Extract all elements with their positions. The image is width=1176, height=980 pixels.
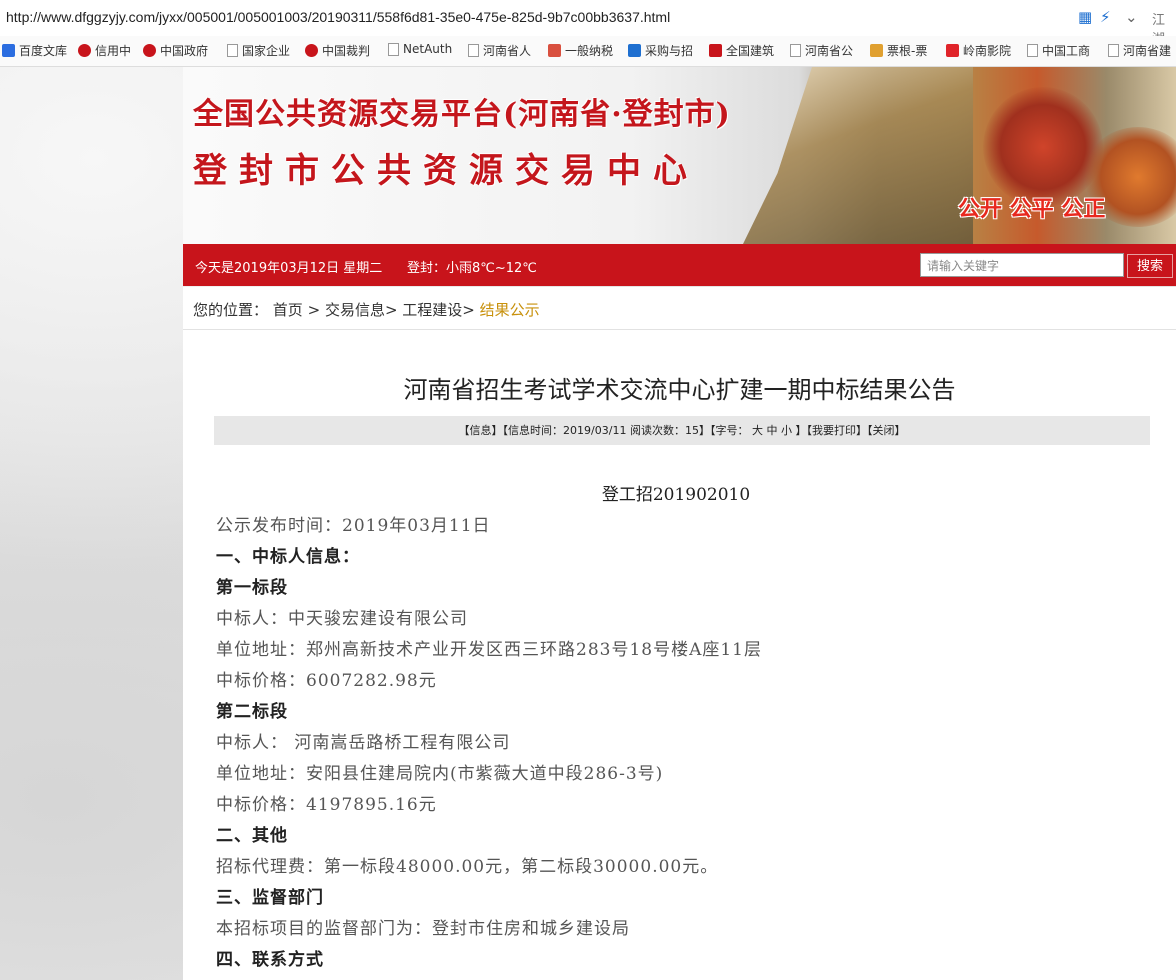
logo-icon [709, 44, 722, 57]
section-heading: 三、监督部门 [216, 888, 324, 908]
section-heading: 四、联系方式 [216, 950, 324, 970]
document-icon [1027, 44, 1038, 57]
bookmark-label: 全国建筑 [726, 44, 775, 58]
close-link[interactable]: 【关闭】 [867, 424, 906, 437]
breadcrumb-prefix: 您的位置： [193, 301, 269, 319]
emblem-icon [143, 44, 156, 57]
article-line: 招标代理费：第一标段48000.00元，第二标段30000.00元。 [216, 857, 719, 877]
bookmark-label: 中国裁判 [322, 44, 371, 58]
chevron-down-icon[interactable]: ⌄ [1125, 8, 1138, 26]
bookmark-item[interactable]: NetAuth [388, 42, 452, 56]
font-medium-link[interactable]: 中 [766, 424, 777, 437]
bookmarks-bar: 百度文库 信用中 中国政府 国家企业 中国裁判 NetAuth 河南省人 一般纳税 采购与招 全国… [0, 36, 1176, 67]
font-size-label: 【字号： [709, 424, 749, 437]
bookmark-label: 岭南影院 [963, 44, 1012, 58]
bookmark-item[interactable]: 岭南影院 [946, 42, 1011, 59]
section-heading: 一、中标人信息： [216, 547, 360, 567]
article-line: 本招标项目的监督部门为：登封市住房和城乡建设局 [216, 919, 630, 939]
bookmark-item[interactable]: 全国建筑 [709, 42, 774, 59]
info-label: 【信息】 [458, 424, 503, 437]
article-line: 中标价格：4197895.16元 [216, 795, 437, 815]
bookmark-label: 信用中 [95, 44, 132, 58]
bookmark-label: 河南省人 [483, 44, 532, 58]
paw-icon [2, 44, 15, 57]
bookmark-item[interactable]: 河南省人 [468, 42, 531, 59]
emblem-icon [78, 44, 91, 57]
project-code: 登工招201902010 [601, 485, 751, 505]
document-icon [388, 42, 399, 56]
article-panel: 河南省招生考试学术交流中心扩建一期中标结果公告 【信息】【信息时间：2019/0… [183, 330, 1176, 980]
bookmark-item[interactable]: 百度文库 [2, 42, 67, 59]
bookmark-label: 采购与招 [645, 44, 694, 58]
bookmark-item[interactable]: 河南省公 [790, 42, 853, 59]
document-icon [790, 44, 801, 57]
document-icon [1108, 44, 1119, 57]
bookmark-item[interactable]: 国家企业 [227, 42, 290, 59]
section-heading: 二、其他 [216, 826, 288, 846]
document-icon [227, 44, 238, 57]
bookmark-item[interactable]: 中国工商 [1027, 42, 1090, 59]
font-small-link[interactable]: 小 [781, 424, 792, 437]
bookmark-label: 河南省公 [805, 44, 854, 58]
article-body: 登工招201902010 公示发布时间：2019年03月11日 一、中标人信息： 第一… [216, 480, 1136, 976]
site-motto: 公开 公平 公正 [958, 197, 1106, 222]
breadcrumb: 您的位置： 首页 > 交易信息> 工程建设> 结果公示 [183, 287, 1176, 330]
play-icon [946, 44, 959, 57]
info-reads: 阅读次数：15】 [629, 424, 710, 437]
article-line: 公示发布时间：2019年03月11日 [216, 516, 491, 536]
ticket-icon [870, 44, 883, 57]
bookmark-label: 中国工商 [1042, 44, 1091, 58]
link-icon [628, 44, 641, 57]
print-link[interactable]: 【我要打印】 [806, 424, 867, 437]
bookmark-item[interactable]: 采购与招 [628, 42, 693, 59]
search-button[interactable]: 搜索 [1127, 254, 1173, 278]
bookmark-label: 河南省建 [1123, 44, 1172, 58]
breadcrumb-link-home[interactable]: 首页 [273, 301, 303, 319]
bookmark-label: NetAuth [403, 42, 453, 56]
bookmark-label: 一般纳税 [565, 44, 614, 58]
site-banner: 全国公共资源交易平台(河南省·登封市) 登封市公共资源交易中心 公开 公平 公正 [183, 67, 1176, 244]
article-line: 中标人：中天骏宏建设有限公司 [216, 609, 468, 629]
article-title: 河南省招生考试学术交流中心扩建一期中标结果公告 [403, 376, 956, 404]
article-line: 中标人： 河南嵩岳路桥工程有限公司 [216, 733, 511, 753]
bookmark-item[interactable]: 中国裁判 [305, 42, 370, 59]
bookmark-item[interactable]: 一般纳税 [548, 42, 613, 59]
bookmark-label: 中国政府 [160, 44, 209, 58]
search-input[interactable]: 请输入关键字 [920, 253, 1124, 277]
mountain-image [743, 67, 973, 244]
current-date: 今天是2019年03月12日 星期二 [195, 261, 383, 276]
bookmark-item[interactable]: 票根-票 [870, 42, 927, 59]
article-line: 中标价格：6007282.98元 [216, 671, 437, 691]
bookmark-label: 票根-票 [887, 44, 928, 58]
font-size-end: 】 [795, 424, 807, 437]
breadcrumb-link-trade[interactable]: 交易信息> [325, 301, 398, 319]
font-large-link[interactable]: 大 [752, 424, 763, 437]
info-time: 【信息时间：2019/03/11 [502, 424, 627, 437]
bookmark-item[interactable]: 河南省建 [1108, 42, 1171, 59]
article-info-bar: 【信息】【信息时间：2019/03/11 阅读次数：15】【字号： 大 中 小 … [214, 416, 1150, 445]
breadcrumb-current[interactable]: 结果公示 [480, 301, 540, 319]
site-title-line2: 登封市公共资源交易中心 [193, 151, 699, 191]
bookmark-item[interactable]: 中国政府 [143, 42, 208, 59]
section-heading: 第一标段 [216, 578, 288, 598]
emblem-icon [305, 44, 318, 57]
top-nav-bar: 今天是2019年03月12日 星期二 登封：小雨8℃~12℃ 请输入关键字 搜索 [183, 244, 1176, 286]
bookmark-label: 百度文库 [19, 44, 68, 58]
address-bar[interactable]: http://www.dfggzyjy.com/jyxx/005001/0050… [0, 0, 1176, 47]
grid-icon [548, 44, 561, 57]
breadcrumb-separator: > [307, 301, 325, 319]
grid-icon[interactable]: ▦ [1078, 8, 1092, 26]
document-icon [468, 44, 479, 57]
url-text[interactable]: http://www.dfggzyjy.com/jyxx/005001/0050… [6, 9, 670, 25]
breadcrumb-link-engineering[interactable]: 工程建设> [402, 301, 475, 319]
article-line: 单位地址：郑州高新技术产业开发区西三环路283号18号楼A座11层 [216, 640, 762, 660]
bookmark-label: 国家企业 [242, 44, 291, 58]
site-title-line1: 全国公共资源交易平台(河南省·登封市) [193, 97, 731, 132]
bookmark-item[interactable]: 信用中 [78, 42, 131, 59]
weather-info: 登封：小雨8℃~12℃ [407, 261, 537, 276]
section-heading: 第二标段 [216, 702, 288, 722]
lightning-icon[interactable]: ⚡ [1100, 8, 1111, 26]
article-line: 单位地址：安阳县住建局院内(市紫薇大道中段286-3号) [216, 764, 664, 784]
